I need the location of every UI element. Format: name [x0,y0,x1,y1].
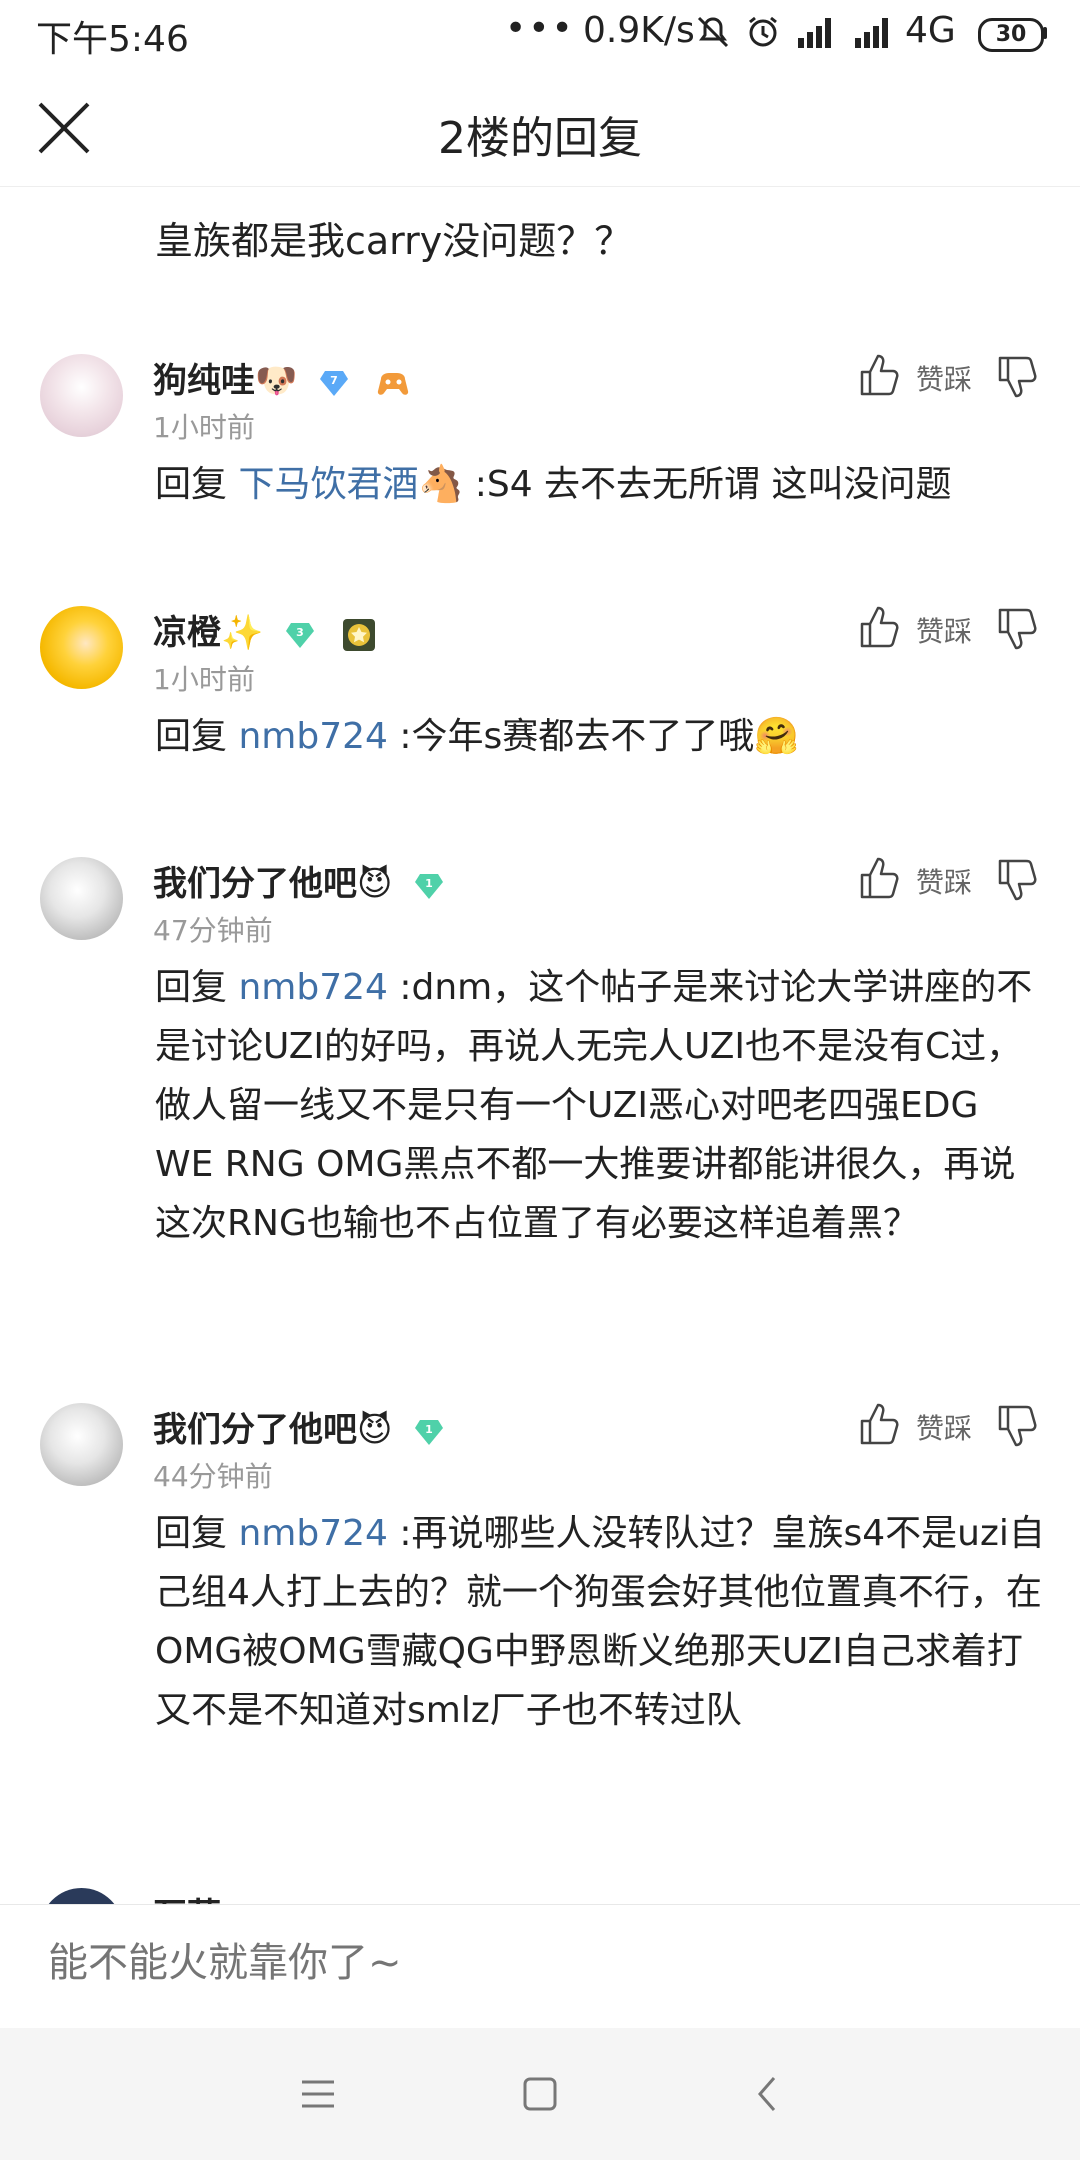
status-dots: ••• [505,8,575,49]
system-nav-bar [0,2028,1080,2160]
thumbs-up-icon[interactable] [858,855,900,901]
level-badge-icon: 7 [320,370,349,396]
timestamp: 47分钟前 [153,914,273,947]
comment-body: 回复 nmb724 :dnm，这个帖子是来讨论大学讲座的不是讨论UZI的好吗，再… [155,967,1033,1244]
username[interactable]: 瓦薇s [153,1888,241,1904]
vote-label: 赞踩 [916,866,973,899]
back-icon[interactable] [744,2070,792,2118]
mention-link[interactable]: nmb724 [238,716,387,757]
emoji: 🐶 [255,361,298,401]
signal-icon-2 [855,18,888,48]
vote-label: 赞踩 [916,1412,973,1445]
partial-comment: 瓦薇s [0,1888,1080,1904]
reply-input-bar [0,1904,1080,2029]
level-badge-icon: 3 [286,622,315,648]
mute-icon [697,16,729,48]
mention-link[interactable]: nmb724 [238,967,387,1008]
network-type: 4G [905,10,956,51]
svg-text:3: 3 [296,626,304,639]
vote-actions: 赞踩 [858,1401,1048,1451]
battery-tip [1043,27,1047,39]
parent-comment-text: 皇族都是我carry没问题？？ [155,219,633,263]
username[interactable]: 我们分了他吧😈 1 [153,856,444,905]
timestamp: 1小时前 [153,411,255,444]
net-speed: 0.9K/s [583,10,695,51]
home-icon[interactable] [516,2070,564,2118]
reply-input[interactable] [46,1939,1030,1987]
header: 2楼的回复 [0,70,1080,187]
username[interactable]: 凉橙✨ 3 [153,605,377,654]
game-controller-icon [377,372,409,395]
svg-text:1: 1 [425,1423,433,1436]
emoji: 😈 [357,1410,393,1450]
comment-body: 回复 nmb724 :今年s赛都去不了了哦🤗 [155,716,800,757]
level-badge-icon: 1 [415,873,444,899]
emoji: ✨ [221,613,264,653]
status-bar: 下午5:46 ••• 0.9K/s 4G 30 [0,0,1080,70]
mention-link[interactable]: 下马饮君酒🐴 [238,464,463,505]
avatar[interactable] [40,354,123,437]
avatar[interactable] [40,1403,123,1486]
level-badge-icon: 1 [415,1419,444,1445]
emoji: 😈 [357,864,393,904]
alarm-icon [749,16,777,47]
mention-link[interactable]: nmb724 [238,1513,387,1554]
medal-icon [343,618,376,651]
thumbs-down-icon[interactable] [996,1403,1038,1449]
vote-actions: 赞踩 [858,604,1048,654]
thumbs-down-icon[interactable] [996,606,1038,652]
thumbs-down-icon[interactable] [996,857,1038,903]
comment-body: 回复 nmb724 :再说哪些人没转队过？皇族s4不是uzi自己组4人打上去的？… [155,1513,1045,1731]
menu-icon[interactable] [294,2070,342,2118]
avatar[interactable] [40,1888,123,1904]
vote-label: 赞踩 [916,615,973,648]
thumbs-up-icon[interactable] [858,1401,900,1447]
avatar[interactable] [40,606,123,689]
thumbs-up-icon[interactable] [858,352,900,398]
timestamp: 1小时前 [153,663,255,696]
timestamp: 44分钟前 [153,1460,273,1493]
battery-level: 30 [978,18,1044,52]
signal-icon [798,18,831,48]
page-title: 2楼的回复 [438,113,642,164]
thumbs-down-icon[interactable] [996,354,1038,400]
username[interactable]: 狗纯哇🐶 7 [153,353,411,402]
svg-text:7: 7 [330,374,338,387]
comment-body: 回复 下马饮君酒🐴 :S4 去不去无所谓 这叫没问题 [155,464,952,505]
thumbs-up-icon[interactable] [858,604,900,650]
avatar[interactable] [40,857,123,940]
vote-actions: 赞踩 [858,855,1048,905]
vote-actions: 赞踩 [858,352,1048,402]
username[interactable]: 我们分了他吧😈 1 [153,1402,444,1451]
status-time: 下午5:46 [36,19,189,60]
vote-label: 赞踩 [916,363,973,396]
svg-text:1: 1 [425,877,433,890]
